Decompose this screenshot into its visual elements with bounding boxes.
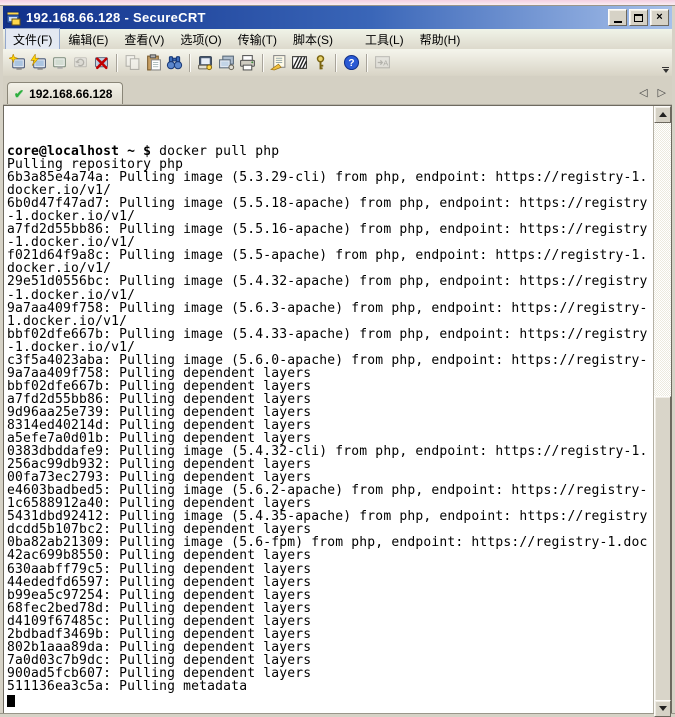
scrollbar-thumb[interactable]	[654, 396, 671, 701]
svg-text:?: ?	[348, 58, 354, 69]
toolbar-separator	[335, 54, 337, 72]
title-bar[interactable]: 192.168.66.128 - SecureCRT ×	[3, 6, 672, 29]
quick-connect-icon[interactable]	[28, 52, 49, 74]
terminal-cursor-line	[7, 693, 653, 706]
menu-item[interactable]: 查看(V)	[116, 28, 172, 51]
terminal-line: bbf02dfe667b: Pulling image (5.4.33-apac…	[7, 328, 653, 341]
terminal-line: 1.docker.io/v1/	[7, 315, 653, 328]
minimize-icon	[614, 21, 622, 23]
terminal-line: c3f5a4023aba: Pulling image (5.6.0-apach…	[7, 354, 653, 367]
terminal-line: -1.docker.io/v1/	[7, 341, 653, 354]
connected-check-icon: ✔	[14, 87, 24, 101]
screen-lock-icon[interactable]: A	[372, 52, 393, 74]
window-title: 192.168.66.128 - SecureCRT	[26, 10, 608, 25]
scroll-down-icon	[659, 706, 667, 711]
terminal-line: 29e51d0556bc: Pulling image (5.4.32-apac…	[7, 275, 653, 288]
securecrt-window: 192.168.66.128 - SecureCRT × 文件(F)编辑(E)查…	[0, 6, 675, 713]
print-icon[interactable]	[237, 52, 258, 74]
toolbar: ? A	[3, 49, 672, 76]
toolbar-overflow-button[interactable]	[661, 67, 670, 73]
find-icon[interactable]	[164, 52, 185, 74]
terminal-line: 9a7aa409f758: Pulling dependent layers	[7, 367, 653, 380]
terminal-line: bbf02dfe667b: Pulling dependent layers	[7, 380, 653, 393]
menu-item[interactable]: 工具(L)	[357, 28, 412, 51]
toolbar-separator	[189, 54, 191, 72]
terminal-line: 511136ea3c5a: Pulling metadata	[7, 680, 653, 693]
svg-text:A: A	[383, 59, 388, 68]
terminal-line: 802b1aaa89da: Pulling dependent layers	[7, 641, 653, 654]
scroll-up-icon	[659, 112, 667, 117]
close-icon: ×	[656, 12, 662, 23]
global-options-icon[interactable]	[289, 52, 310, 74]
terminal-line: 68fec2bed78d: Pulling dependent layers	[7, 602, 653, 615]
menu-item[interactable]: 脚本(S)	[285, 28, 341, 51]
menu-item[interactable]: 文件(F)	[5, 28, 60, 51]
help-icon[interactable]: ?	[341, 52, 362, 74]
terminal-line: -1.docker.io/v1/	[7, 289, 653, 302]
terminal-line: 900ad5fcb607: Pulling dependent layers	[7, 667, 653, 680]
session-manager-icon[interactable]	[195, 52, 216, 74]
maximize-button[interactable]	[629, 9, 648, 26]
tab-bar: ✔ 192.168.66.128 ◁ ▷	[3, 76, 672, 105]
clone-session-icon[interactable]	[216, 52, 237, 74]
vertical-scrollbar[interactable]	[653, 106, 671, 713]
key-icon[interactable]	[310, 52, 331, 74]
session-options-icon[interactable]	[268, 52, 289, 74]
terminal-output: Pulling repository php6b3a85e4a74a: Pull…	[7, 158, 653, 693]
terminal-line: 630aabff79c5: Pulling dependent layers	[7, 563, 653, 576]
menu-item[interactable]: 帮助(H)	[412, 28, 469, 51]
menu-item[interactable]: 编辑(E)	[60, 28, 116, 51]
session-tab-label: 192.168.66.128	[29, 87, 112, 101]
terminal-screen[interactable]: core@localhost ~ $ docker pull php Pulli…	[4, 106, 653, 713]
toolbar-overflow-icon	[662, 67, 669, 68]
block-cursor	[7, 695, 15, 707]
terminal-line: a7fd2d55bb86: Pulling dependent layers	[7, 393, 653, 406]
tab-scroll-arrows: ◁ ▷	[639, 86, 666, 99]
toolbar-separator	[262, 54, 264, 72]
terminal-area: core@localhost ~ $ docker pull php Pulli…	[3, 105, 672, 713]
maximize-icon	[634, 14, 643, 22]
toolbar-separator	[366, 54, 368, 72]
connect-icon[interactable]	[7, 52, 28, 74]
minimize-button[interactable]	[608, 9, 627, 26]
disconnect-icon[interactable]	[91, 52, 112, 74]
toolbar-separator	[116, 54, 118, 72]
copy-icon[interactable]	[122, 52, 143, 74]
reconnect-icon[interactable]	[70, 52, 91, 74]
paste-icon[interactable]	[143, 52, 164, 74]
connect-in-tab-icon[interactable]	[49, 52, 70, 74]
close-button[interactable]: ×	[650, 9, 669, 26]
terminal-line: b99ea5c97254: Pulling dependent layers	[7, 589, 653, 602]
menu-bar: 文件(F)编辑(E)查看(V)选项(O)传输(T)脚本(S) 工具(L)帮助(H)	[3, 29, 672, 49]
tab-scroll-right-icon[interactable]: ▷	[658, 86, 666, 99]
terminal-line: 9a7aa409f758: Pulling image (5.6.3-apach…	[7, 302, 653, 315]
terminal-line: 7a0d03c7b9dc: Pulling dependent layers	[7, 654, 653, 667]
menu-item[interactable]: 选项(O)	[172, 28, 229, 51]
menu-item[interactable]: 传输(T)	[230, 28, 285, 51]
securecrt-app-icon	[6, 10, 22, 26]
terminal-line: 44ededfd6597: Pulling dependent layers	[7, 576, 653, 589]
terminal-line: 2bdbadf3469b: Pulling dependent layers	[7, 628, 653, 641]
scroll-down-button[interactable]	[654, 700, 671, 717]
tab-scroll-left-icon[interactable]: ◁	[639, 86, 647, 99]
scroll-up-button[interactable]	[654, 106, 671, 123]
session-tab[interactable]: ✔ 192.168.66.128	[7, 82, 123, 104]
terminal-line: 42ac699b8550: Pulling dependent layers	[7, 549, 653, 562]
terminal-line: d4109f67485c: Pulling dependent layers	[7, 615, 653, 628]
